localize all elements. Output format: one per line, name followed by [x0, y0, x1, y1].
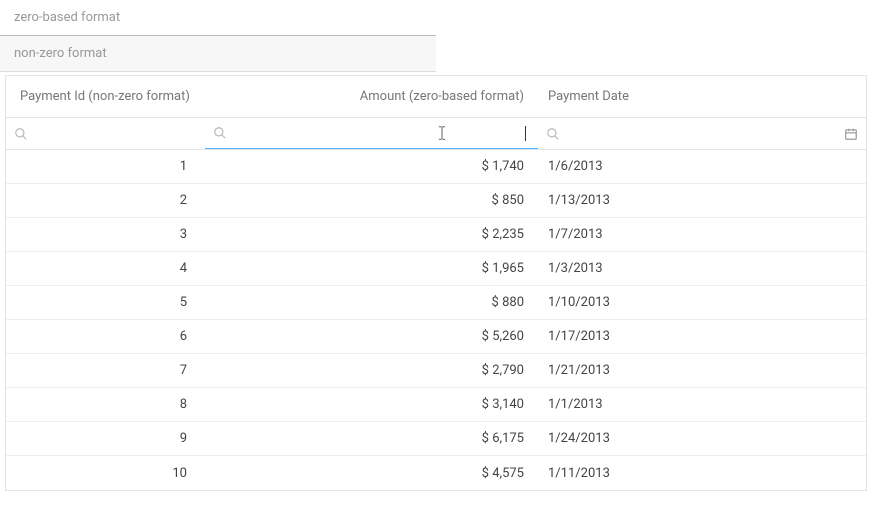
- table-row[interactable]: 5$ 8801/10/2013: [6, 286, 866, 320]
- cell-amount: $ 880: [205, 295, 538, 310]
- cell-payment-date: 1/1/2013: [538, 397, 866, 412]
- column-header-amount[interactable]: Amount (zero-based format): [205, 89, 538, 104]
- cell-payment-id: 9: [6, 431, 205, 446]
- cell-amount: $ 2,235: [205, 227, 538, 242]
- cell-payment-date: 1/17/2013: [538, 329, 866, 344]
- cell-payment-id: 7: [6, 363, 205, 378]
- filter-input-payment-id[interactable]: [36, 118, 202, 149]
- table-row[interactable]: 8$ 3,1401/1/2013: [6, 388, 866, 422]
- cell-payment-date: 1/3/2013: [538, 261, 866, 276]
- cell-payment-date: 1/11/2013: [538, 466, 866, 481]
- table-row[interactable]: 2$ 8501/13/2013: [6, 184, 866, 218]
- filter-input-payment-date[interactable]: [568, 118, 844, 149]
- cell-amount: $ 1,740: [205, 159, 538, 174]
- text-caret: [525, 126, 526, 141]
- cell-payment-date: 1/7/2013: [538, 227, 866, 242]
- cell-payment-date: 1/13/2013: [538, 193, 866, 208]
- table-row[interactable]: 4$ 1,9651/3/2013: [6, 252, 866, 286]
- table-row[interactable]: 10$ 4,5751/11/2013: [6, 456, 866, 490]
- cell-payment-id: 10: [6, 466, 205, 481]
- cell-payment-date: 1/6/2013: [538, 159, 866, 174]
- table-row[interactable]: 1$ 1,7401/6/2013: [6, 150, 866, 184]
- cell-payment-date: 1/24/2013: [538, 431, 866, 446]
- filter-cell-payment-date[interactable]: [538, 118, 866, 149]
- search-icon: [546, 127, 560, 141]
- cell-payment-id: 5: [6, 295, 205, 310]
- cell-amount: $ 3,140: [205, 397, 538, 412]
- cell-payment-date: 1/21/2013: [538, 363, 866, 378]
- filter-row: [6, 118, 866, 150]
- rows-container: 1$ 1,7401/6/20132$ 8501/13/20133$ 2,2351…: [6, 150, 866, 490]
- cell-payment-date: 1/10/2013: [538, 295, 866, 310]
- table-row[interactable]: 6$ 5,2601/17/2013: [6, 320, 866, 354]
- tab-zero-based-format[interactable]: zero-based format: [0, 0, 436, 36]
- search-icon: [14, 127, 28, 141]
- table-row[interactable]: 9$ 6,1751/24/2013: [6, 422, 866, 456]
- column-header-row: Payment Id (non-zero format) Amount (zer…: [6, 76, 866, 118]
- filter-cell-payment-id[interactable]: [6, 118, 205, 149]
- cell-payment-id: 6: [6, 329, 205, 344]
- filter-input-amount[interactable]: [235, 118, 530, 148]
- column-header-payment-date[interactable]: Payment Date: [538, 89, 866, 104]
- table-row[interactable]: 3$ 2,2351/7/2013: [6, 218, 866, 252]
- search-icon: [213, 126, 227, 140]
- cell-payment-id: 1: [6, 159, 205, 174]
- cell-amount: $ 5,260: [205, 329, 538, 344]
- data-grid: Payment Id (non-zero format) Amount (zer…: [5, 75, 867, 491]
- cell-amount: $ 1,965: [205, 261, 538, 276]
- filter-cell-amount[interactable]: [205, 118, 538, 149]
- cell-amount: $ 4,575: [205, 466, 538, 481]
- table-row[interactable]: 7$ 2,7901/21/2013: [6, 354, 866, 388]
- column-header-payment-id[interactable]: Payment Id (non-zero format): [6, 89, 205, 104]
- cell-payment-id: 3: [6, 227, 205, 242]
- cell-payment-id: 4: [6, 261, 205, 276]
- cell-payment-id: 8: [6, 397, 205, 412]
- cell-amount: $ 850: [205, 193, 538, 208]
- cell-payment-id: 2: [6, 193, 205, 208]
- tab-non-zero-format[interactable]: non-zero format: [0, 36, 436, 72]
- format-tabs: zero-based format non-zero format: [0, 0, 436, 72]
- cell-amount: $ 6,175: [205, 431, 538, 446]
- cell-amount: $ 2,790: [205, 363, 538, 378]
- calendar-icon[interactable]: [844, 127, 858, 141]
